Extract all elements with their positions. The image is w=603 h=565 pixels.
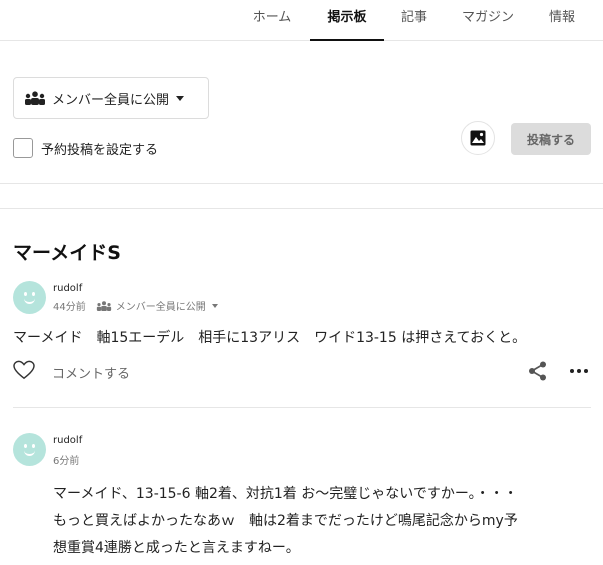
reply-body-line: マーメイド、13-15-6 軸2着、対抗1着 お～完璧じゃないですかー。・・・: [53, 486, 518, 502]
post-username[interactable]: rudolf: [53, 435, 82, 446]
visibility-label: メンバー全員に公開: [52, 92, 170, 108]
members-icon: [96, 300, 111, 311]
image-icon: [470, 130, 486, 146]
schedule-option: 予約投稿を設定する: [13, 138, 158, 158]
avatar[interactable]: [13, 433, 46, 466]
post-meta: 6分前: [53, 452, 79, 467]
tab-articles[interactable]: 記事: [393, 0, 435, 41]
share-icon[interactable]: [527, 360, 549, 382]
reply-body-line: 想重賞4連勝と成ったと言えますねー。: [53, 540, 300, 556]
post-actions: コメントする: [13, 360, 591, 384]
post-body: マーメイド 軸15エーデル 相手に13アリス ワイド13-15 は押さえておくと…: [13, 330, 527, 346]
post-visibility-select[interactable]: メンバー全員に公開: [96, 298, 218, 313]
comment-button[interactable]: コメントする: [52, 363, 130, 382]
post-meta: 44分前 メンバー全員に公開: [53, 298, 218, 313]
post-composer: メンバー全員に公開 予約投稿を設定する 投稿する: [0, 41, 603, 184]
tab-home[interactable]: ホーム: [244, 0, 300, 41]
post-visibility-label: メンバー全員に公開: [115, 302, 206, 313]
caret-down-icon: [176, 95, 185, 101]
submit-post-button[interactable]: 投稿する: [511, 123, 591, 155]
post-divider: [13, 407, 591, 408]
reply-body-line: もっと買えばよかったなあｗ 軸は2着までだったけど鳴尾記念からmy予: [53, 513, 518, 529]
more-icon[interactable]: [569, 360, 589, 382]
add-image-button[interactable]: [461, 121, 495, 155]
heart-icon[interactable]: [13, 360, 35, 380]
post-time: 6分前: [53, 456, 80, 467]
members-icon: [25, 91, 45, 105]
board-title: マーメイドS: [13, 242, 121, 264]
post-username[interactable]: rudolf: [53, 283, 82, 294]
tab-magazine[interactable]: マガジン: [452, 0, 524, 41]
post-time: 44分前: [53, 302, 86, 313]
tab-board[interactable]: 掲示板: [310, 0, 384, 41]
caret-down-icon: [211, 303, 218, 308]
visibility-select[interactable]: メンバー全員に公開: [13, 77, 209, 119]
section-divider: [0, 208, 603, 209]
tab-bar: ホーム 掲示板 記事 マガジン 情報: [0, 0, 603, 41]
tab-info[interactable]: 情報: [540, 0, 584, 41]
avatar[interactable]: [13, 281, 46, 314]
schedule-label[interactable]: 予約投稿を設定する: [41, 139, 158, 158]
schedule-checkbox[interactable]: [13, 138, 33, 158]
